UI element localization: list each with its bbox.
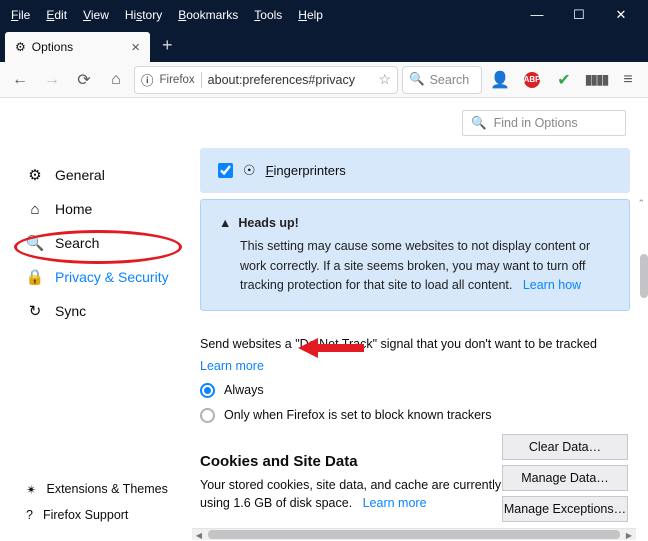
sync-icon: ↻	[26, 302, 44, 320]
identity-label: Firefox	[160, 74, 195, 86]
sidebar-item-label: Search	[55, 235, 99, 251]
sidebar-item-home[interactable]: ⌂ Home	[22, 192, 192, 226]
dnt-option-known-trackers[interactable]: Only when Firefox is set to block known …	[200, 408, 630, 423]
radio-known-trackers[interactable]	[200, 408, 215, 423]
warning-icon: ▲	[219, 214, 231, 233]
gear-icon: ⚙	[26, 166, 44, 184]
close-window-button[interactable]: ✕	[606, 7, 636, 23]
scrollbar-thumb[interactable]	[640, 254, 648, 298]
window-controls: — ☐ ✕	[522, 7, 644, 23]
sidebar-bottom: ✴ Extensions & Themes ? Firefox Support	[26, 476, 168, 528]
learn-how-link[interactable]: Learn how	[523, 278, 581, 292]
tab-label: Options	[32, 40, 73, 54]
forward-button[interactable]: →	[38, 66, 66, 94]
hamburger-menu-icon[interactable]: ≡	[614, 66, 642, 94]
scroll-left-icon[interactable]: ◀	[192, 529, 206, 541]
sidebar-item-label: General	[55, 167, 105, 183]
hscroll-thumb[interactable]	[208, 530, 620, 539]
home-button[interactable]: ⌂	[102, 66, 130, 94]
fingerprinters-checkbox[interactable]	[218, 163, 233, 178]
fingerprint-icon: ☉	[243, 162, 256, 179]
profile-icon[interactable]: 👤	[486, 66, 514, 94]
manage-exceptions-button[interactable]: Manage Exceptions…	[502, 496, 628, 522]
fingerprinters-label: Fingerprinters	[266, 163, 346, 178]
clear-data-button[interactable]: Clear Data…	[502, 434, 628, 460]
fingerprinters-row: ☉ Fingerprinters	[200, 148, 630, 193]
sidebar-support[interactable]: ? Firefox Support	[26, 502, 168, 528]
dnt-learn-more-link[interactable]: Learn more	[200, 359, 264, 373]
content-area: ⌃ 🔍 Find in Options ⚙ General ⌂ Home 🔍 S…	[0, 98, 648, 540]
sidebar-extensions[interactable]: ✴ Extensions & Themes	[26, 476, 168, 502]
cookies-body-text: Your stored cookies, site data, and cach…	[200, 478, 501, 511]
menu-help[interactable]: Help	[291, 4, 330, 26]
menu-bookmarks[interactable]: Bookmarks	[171, 4, 245, 26]
find-placeholder: Find in Options	[494, 116, 578, 130]
back-button[interactable]: ←	[6, 66, 34, 94]
app-menu: File Edit View History Bookmarks Tools H…	[4, 4, 330, 26]
tab-options[interactable]: ⚙ Options ×	[5, 32, 150, 62]
close-tab-icon[interactable]: ×	[131, 39, 140, 56]
divider	[201, 72, 202, 88]
home-icon: ⌂	[26, 201, 44, 218]
sidebar-item-general[interactable]: ⚙ General	[22, 158, 192, 192]
sidebar-item-label: Home	[55, 201, 92, 217]
search-icon: 🔍	[26, 234, 44, 252]
sidebar-item-label: Sync	[55, 303, 86, 319]
sidebar-item-search[interactable]: 🔍 Search	[22, 226, 192, 260]
minimize-button[interactable]: —	[522, 7, 552, 23]
search-icon: 🔍	[409, 72, 425, 87]
menu-file[interactable]: File	[4, 4, 37, 26]
url-text: about:preferences#privacy	[208, 73, 373, 87]
sidebar-bottom-label: Extensions & Themes	[46, 482, 167, 496]
menu-view[interactable]: View	[76, 4, 116, 26]
headsup-notice: ▲ Heads up! This setting may cause some …	[200, 199, 630, 311]
horizontal-scrollbar[interactable]: ◀ ▶	[192, 528, 636, 540]
search-placeholder: Search	[430, 73, 470, 87]
menu-edit[interactable]: Edit	[39, 4, 74, 26]
radio-label: Only when Firefox is set to block known …	[224, 408, 491, 422]
nav-toolbar: ← → ⟳ ⌂ ⓘ Firefox about:preferences#priv…	[0, 62, 648, 98]
scroll-right-icon[interactable]: ▶	[622, 529, 636, 541]
maximize-button[interactable]: ☐	[564, 7, 594, 23]
dnt-option-always[interactable]: Always	[200, 383, 630, 398]
lock-icon: 🔒	[26, 268, 44, 286]
sidebar-item-label: Privacy & Security	[55, 269, 169, 285]
tab-bar: ⚙ Options × +	[0, 30, 648, 62]
search-icon: 🔍	[471, 116, 487, 131]
scroll-up-icon[interactable]: ⌃	[637, 198, 645, 209]
menu-history[interactable]: History	[118, 4, 169, 26]
url-bar[interactable]: ⓘ Firefox about:preferences#privacy ☆	[134, 66, 398, 94]
sidebar-item-privacy[interactable]: 🔒 Privacy & Security	[22, 260, 192, 294]
manage-data-button[interactable]: Manage Data…	[502, 465, 628, 491]
sidebar-bottom-label: Firefox Support	[43, 508, 128, 522]
main-panel: ☉ Fingerprinters ▲ Heads up! This settin…	[192, 98, 648, 540]
find-in-options[interactable]: 🔍 Find in Options	[462, 110, 626, 136]
help-icon: ?	[26, 508, 33, 522]
headsup-body: This setting may cause some websites to …	[219, 237, 611, 295]
status-ok-icon[interactable]: ✔	[550, 66, 578, 94]
reload-button[interactable]: ⟳	[70, 66, 98, 94]
radio-label: Always	[224, 383, 264, 397]
abp-icon[interactable]: ABP	[518, 66, 546, 94]
cookies-buttons: Clear Data… Manage Data… Manage Exceptio…	[502, 434, 628, 522]
menu-bar: File Edit View History Bookmarks Tools H…	[0, 0, 648, 30]
sidebar-item-sync[interactable]: ↻ Sync	[22, 294, 192, 328]
headsup-title-row: ▲ Heads up!	[219, 214, 611, 233]
dnt-text: Send websites a "Do Not Track" signal th…	[200, 337, 597, 351]
bookmark-star-icon[interactable]: ☆	[378, 71, 391, 88]
dnt-description: Send websites a "Do Not Track" signal th…	[200, 337, 630, 373]
gear-icon: ⚙	[15, 40, 26, 54]
category-sidebar: ⚙ General ⌂ Home 🔍 Search 🔒 Privacy & Se…	[0, 98, 192, 540]
new-tab-button[interactable]: +	[150, 29, 185, 62]
info-icon: ⓘ	[141, 70, 154, 89]
headsup-title: Heads up!	[238, 214, 298, 233]
radio-always[interactable]	[200, 383, 215, 398]
menu-tools[interactable]: Tools	[247, 4, 289, 26]
search-bar[interactable]: 🔍 Search	[402, 66, 482, 94]
cookies-learn-more-link[interactable]: Learn more	[363, 496, 427, 510]
library-icon[interactable]: ▮▮▮▮	[582, 66, 610, 94]
cookies-description: Your stored cookies, site data, and cach…	[200, 476, 520, 514]
puzzle-icon: ✴	[26, 482, 36, 497]
